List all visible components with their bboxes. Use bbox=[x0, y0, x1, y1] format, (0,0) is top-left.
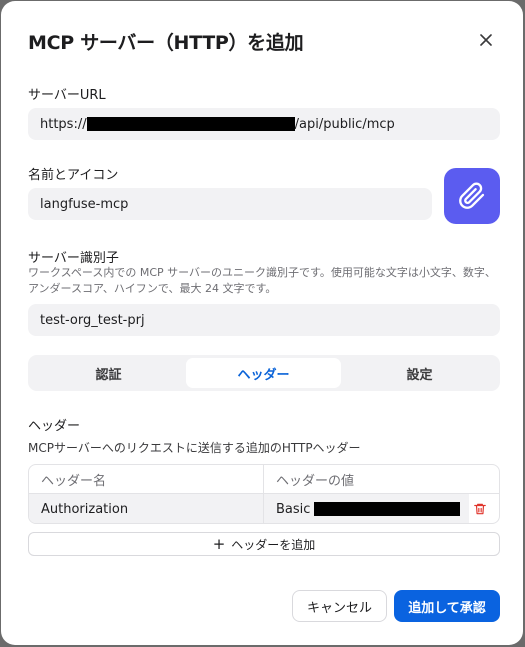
header-name-value: Authorization bbox=[41, 501, 129, 517]
server-url-label: サーバーURL bbox=[28, 88, 106, 103]
server-id-input[interactable]: test-org_test-prj bbox=[28, 304, 500, 336]
server-id-value: test-org_test-prj bbox=[40, 312, 145, 328]
paperclip-icon bbox=[459, 182, 485, 209]
add-header-button[interactable]: + ヘッダーを追加 bbox=[28, 532, 500, 556]
server-url-input[interactable]: https:// /api/public/mcp bbox=[28, 108, 500, 140]
dialog-title: MCP サーバー（HTTP）を追加 bbox=[28, 32, 304, 54]
server-name-input[interactable]: langfuse-mcp bbox=[28, 188, 432, 220]
tab-auth[interactable]: 認証 bbox=[31, 358, 186, 388]
name-icon-label: 名前とアイコン bbox=[28, 168, 119, 183]
server-id-help: ワークスペース内での MCP サーバーのユニーク識別子です。使用可能な文字は小文… bbox=[28, 266, 496, 295]
add-and-authorize-button[interactable]: 追加して承認 bbox=[394, 590, 500, 622]
column-header-value: ヘッダーの値 bbox=[276, 473, 355, 489]
server-url-prefix: https:// bbox=[40, 116, 87, 132]
header-value-input[interactable]: Basic bbox=[264, 494, 469, 523]
headers-description: MCPサーバーへのリクエストに送信する追加のHTTPヘッダー bbox=[28, 441, 361, 455]
trash-icon bbox=[474, 503, 486, 515]
server-name-value: langfuse-mcp bbox=[40, 196, 129, 212]
add-header-label: ヘッダーを追加 bbox=[231, 537, 316, 552]
redacted-credential bbox=[314, 502, 461, 516]
header-value-prefix: Basic bbox=[276, 501, 311, 517]
server-id-label: サーバー識別子 bbox=[28, 251, 119, 266]
close-icon bbox=[480, 34, 492, 46]
server-icon-picker[interactable] bbox=[444, 168, 500, 224]
close-button[interactable] bbox=[475, 29, 497, 51]
headers-label: ヘッダー bbox=[28, 419, 81, 434]
tab-settings[interactable]: 設定 bbox=[342, 358, 497, 388]
add-mcp-server-dialog: MCP サーバー（HTTP）を追加 サーバーURL https:// /api/… bbox=[1, 1, 523, 645]
tab-headers[interactable]: ヘッダー bbox=[186, 358, 341, 388]
column-header-name: ヘッダー名 bbox=[41, 473, 107, 489]
server-url-suffix: /api/public/mcp bbox=[294, 116, 395, 132]
delete-header-button[interactable] bbox=[472, 501, 488, 517]
redacted-host bbox=[86, 117, 295, 131]
header-name-input[interactable]: Authorization bbox=[29, 494, 263, 523]
plus-icon: + bbox=[212, 534, 226, 553]
headers-table: ヘッダー名 ヘッダーの値 Authorization Basic bbox=[28, 464, 500, 524]
tab-bar: 認証 ヘッダー 設定 bbox=[28, 355, 500, 391]
cancel-button[interactable]: キャンセル bbox=[292, 590, 387, 622]
